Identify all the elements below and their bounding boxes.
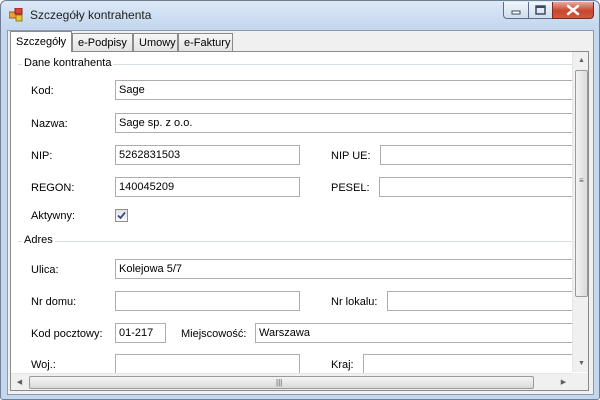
kraj-label: Kraj: (331, 359, 354, 371)
tab-label: Szczegóły (16, 36, 67, 48)
checkmark-icon (117, 211, 126, 220)
scroll-left-arrow-icon[interactable]: ◀ (11, 374, 28, 390)
woj-field[interactable] (115, 354, 300, 374)
nr-lokalu-label: Nr lokalu: (331, 296, 378, 308)
nr-domu-label: Nr domu: (31, 296, 77, 308)
group-caption: Dane kontrahenta (22, 57, 114, 69)
kod-pocztowy-value: 01-217 (119, 327, 154, 339)
close-icon (566, 4, 580, 16)
grip-icon: ≡ (579, 176, 584, 185)
vertical-scrollbar[interactable]: ▲ ≡ ▼ (572, 52, 588, 372)
ulica-field[interactable]: Kolejowa 5/7 (115, 259, 572, 279)
aktywny-checkbox[interactable] (115, 209, 128, 222)
miejscowosc-value: Warszawa (259, 327, 310, 339)
nip-field[interactable]: 5262831503 (115, 145, 300, 165)
horizontal-scroll-thumb[interactable]: ||| (29, 376, 534, 389)
nip-ue-field[interactable] (380, 145, 572, 165)
nr-domu-field[interactable] (115, 291, 300, 311)
tab-page-szczegoly: Dane kontrahenta Kod: Sage Nazwa: Sage s… (10, 51, 589, 391)
kod-pocztowy-label: Kod pocztowy: (31, 328, 103, 340)
form-window: Szczegóły kontrahenta Szczegóły e-Podpis… (0, 0, 600, 400)
kod-field[interactable]: Sage (115, 80, 572, 100)
tab-label: e-Faktury (184, 37, 231, 49)
grip-icon: ||| (276, 378, 283, 387)
close-button[interactable] (552, 2, 594, 19)
minimize-icon (511, 10, 521, 15)
tab-umowy[interactable]: Umowy (133, 33, 178, 51)
scroll-right-arrow-icon[interactable]: ▶ (555, 374, 572, 390)
pesel-label: PESEL: (331, 182, 370, 194)
regon-label: REGON: (31, 182, 75, 194)
tab-label: Umowy (139, 37, 176, 49)
kod-label: Kod: (31, 85, 54, 97)
miejscowosc-field[interactable]: Warszawa (255, 323, 572, 343)
group-caption: Adres (22, 234, 55, 246)
nazwa-field[interactable]: Sage sp. z o.o. (115, 113, 572, 133)
regon-value: 140045209 (119, 181, 175, 193)
scrollbar-corner (572, 373, 588, 390)
tab-e-podpisy[interactable]: e-Podpisy (72, 33, 133, 51)
client-area: Szczegóły e-Podpisy Umowy e-Faktury Dane… (7, 30, 594, 395)
minimize-button[interactable] (503, 2, 529, 19)
title-bar[interactable]: Szczegóły kontrahenta (1, 1, 599, 29)
tab-szczegoly[interactable]: Szczegóły (10, 31, 72, 52)
kod-pocztowy-field[interactable]: 01-217 (115, 323, 166, 343)
aktywny-label: Aktywny: (31, 210, 76, 222)
nip-label: NIP: (31, 150, 53, 162)
maximize-button[interactable] (528, 2, 553, 19)
woj-label: Woj.: (31, 359, 56, 371)
nazwa-label: Nazwa: (31, 118, 68, 130)
tab-label: e-Podpisy (78, 37, 127, 49)
tab-e-faktury[interactable]: e-Faktury (178, 33, 233, 51)
horizontal-scrollbar[interactable]: ◀ ||| ▶ (11, 373, 572, 390)
nip-value: 5262831503 (119, 149, 181, 161)
nip-ue-label: NIP UE: (331, 150, 371, 162)
kraj-field[interactable] (363, 354, 572, 374)
app-form-icon (9, 8, 23, 22)
regon-field[interactable]: 140045209 (115, 177, 300, 197)
ulica-value: Kolejowa 5/7 (119, 263, 182, 275)
window-title: Szczegóły kontrahenta (30, 8, 152, 22)
nazwa-value: Sage sp. z o.o. (119, 117, 193, 129)
ulica-label: Ulica: (31, 264, 59, 276)
maximize-icon (535, 5, 546, 15)
kod-value: Sage (119, 84, 145, 96)
scroll-down-arrow-icon[interactable]: ▼ (573, 355, 588, 372)
pesel-field[interactable] (379, 177, 572, 197)
nr-lokalu-field[interactable] (387, 291, 572, 311)
vertical-scroll-thumb[interactable]: ≡ (575, 70, 588, 297)
miejscowosc-label: Miejscowość: (181, 328, 247, 340)
scroll-up-arrow-icon[interactable]: ▲ (573, 52, 588, 69)
